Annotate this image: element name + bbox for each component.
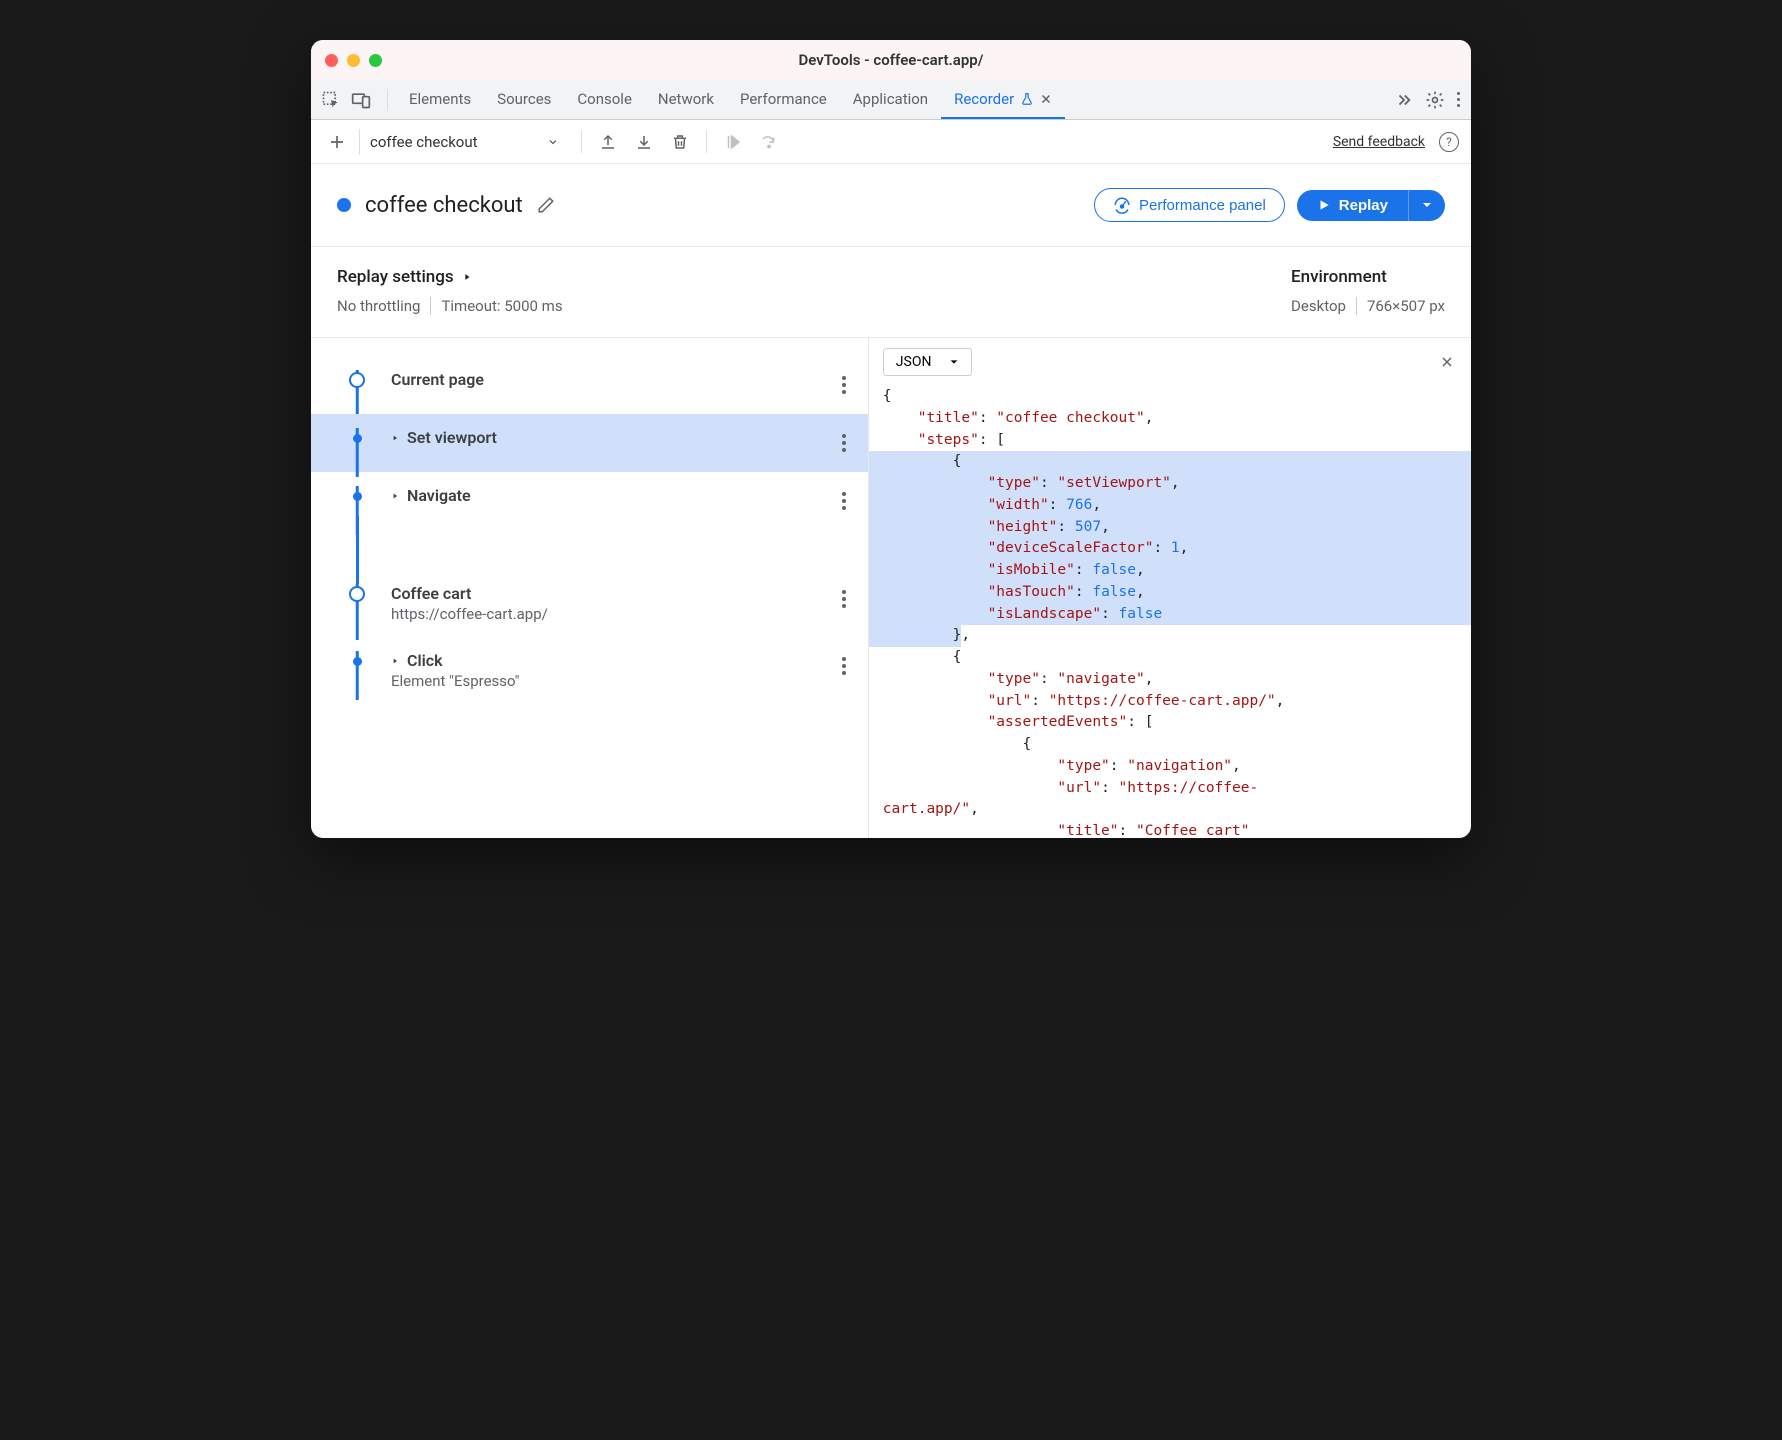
tab-application[interactable]: Application (840, 80, 941, 119)
device-mode-icon[interactable] (351, 90, 371, 110)
tab-label: Network (658, 90, 714, 108)
separator (581, 131, 582, 153)
tab-elements[interactable]: Elements (396, 80, 484, 119)
step-title-text: Coffee cart (391, 584, 471, 603)
step-menu-button[interactable] (836, 370, 848, 400)
close-icon[interactable] (1040, 93, 1052, 105)
traffic-lights (325, 54, 382, 67)
step-item-set-viewport[interactable]: Set viewport (311, 414, 868, 472)
performance-panel-button[interactable]: Performance panel (1094, 188, 1285, 222)
help-icon[interactable]: ? (1439, 132, 1459, 152)
import-button[interactable] (630, 128, 658, 156)
step-menu-button[interactable] (836, 486, 848, 516)
step-menu-button[interactable] (836, 584, 848, 614)
environment-title: Environment (1291, 267, 1445, 287)
play-icon (1317, 198, 1331, 212)
tab-sources[interactable]: Sources (484, 80, 564, 119)
caret-right-icon (391, 492, 399, 500)
add-recording-button[interactable] (323, 128, 351, 156)
step-title-text: Navigate (407, 486, 471, 505)
separator (706, 131, 707, 153)
steps-pane[interactable]: Current page Set viewport (311, 338, 868, 838)
step-gap (311, 530, 868, 570)
step-menu-button[interactable] (836, 428, 848, 458)
tab-label: Recorder (954, 90, 1014, 108)
tab-label: Performance (740, 90, 827, 108)
replay-button[interactable]: Replay (1297, 190, 1408, 221)
env-dimensions: 766×507 px (1367, 297, 1445, 315)
format-label: JSON (896, 354, 932, 370)
settings-label: Replay settings (337, 267, 454, 287)
recording-title: coffee checkout (365, 193, 523, 218)
separator (1356, 297, 1357, 315)
separator (387, 89, 388, 111)
kebab-menu-icon[interactable] (1457, 92, 1461, 107)
send-feedback-link[interactable]: Send feedback (1333, 134, 1425, 150)
settings-row: Replay settings No throttling Timeout: 5… (311, 247, 1471, 338)
throttle-value: No throttling (337, 297, 420, 315)
step-item-navigate[interactable]: Navigate (311, 472, 868, 530)
maximize-window-button[interactable] (369, 54, 382, 67)
inspect-icon[interactable] (321, 90, 341, 110)
recorder-toolbar: coffee checkout Send feedback ? (311, 120, 1471, 164)
step-section-header[interactable]: Current page (311, 356, 868, 414)
code-body[interactable]: { "title": "coffee checkout", "steps": [… (869, 386, 1471, 838)
step-item-click[interactable]: Click Element "Espresso" (311, 637, 868, 704)
gear-icon[interactable] (1425, 90, 1445, 110)
window-title: DevTools - coffee-cart.app/ (311, 51, 1471, 69)
step-subtitle: Element "Espresso" (391, 672, 836, 690)
caret-right-icon (391, 657, 399, 665)
chevron-down-icon (1421, 199, 1433, 211)
recording-header: coffee checkout Performance panel Replay (311, 164, 1471, 247)
main-split: Current page Set viewport (311, 338, 1471, 838)
tab-label: Sources (497, 90, 551, 108)
close-window-button[interactable] (325, 54, 338, 67)
separator (430, 297, 431, 315)
tab-console[interactable]: Console (564, 80, 645, 119)
more-tabs-icon[interactable] (1395, 91, 1413, 109)
step-title-text: Click (407, 651, 443, 670)
replay-settings-toggle[interactable]: Replay settings (337, 267, 1291, 287)
step-subtitle: https://coffee-cart.app/ (391, 605, 836, 623)
step-title-text: Current page (391, 370, 484, 389)
delete-button[interactable] (666, 128, 694, 156)
button-label: Performance panel (1139, 197, 1266, 214)
devtools-window: DevTools - coffee-cart.app/ Elements Sou… (311, 40, 1471, 838)
edit-icon[interactable] (537, 196, 555, 214)
tab-label: Elements (409, 90, 471, 108)
tab-label: Console (577, 90, 632, 108)
code-pane: JSON { "title": "coffee checkout", "step… (868, 338, 1471, 838)
replay-dropdown-button[interactable] (1408, 190, 1445, 221)
recording-select-label: coffee checkout (370, 133, 478, 151)
tabs-bar: Elements Sources Console Network Perform… (311, 80, 1471, 120)
tab-performance[interactable]: Performance (727, 80, 840, 119)
gauge-icon (1113, 196, 1131, 214)
continue-button[interactable] (719, 128, 747, 156)
code-toolbar: JSON (869, 338, 1471, 386)
format-select[interactable]: JSON (883, 348, 973, 376)
titlebar: DevTools - coffee-cart.app/ (311, 40, 1471, 80)
timeout-value: Timeout: 5000 ms (441, 297, 562, 315)
step-button[interactable] (755, 128, 783, 156)
chevron-down-icon (949, 357, 959, 367)
recording-status-dot (337, 198, 351, 212)
env-device: Desktop (1291, 297, 1346, 315)
flask-icon (1020, 92, 1034, 106)
tab-recorder[interactable]: Recorder (941, 80, 1065, 119)
tab-label: Application (853, 90, 928, 108)
caret-right-icon (462, 272, 472, 282)
step-section-header[interactable]: Coffee cart https://coffee-cart.app/ (311, 570, 868, 637)
step-title-text: Set viewport (407, 428, 497, 447)
close-code-button[interactable] (1437, 352, 1457, 372)
recording-select[interactable]: coffee checkout (359, 129, 569, 155)
export-button[interactable] (594, 128, 622, 156)
minimize-window-button[interactable] (347, 54, 360, 67)
chevron-down-icon (547, 136, 559, 148)
tab-network[interactable]: Network (645, 80, 727, 119)
caret-right-icon (391, 434, 399, 442)
step-menu-button[interactable] (836, 651, 848, 681)
button-label: Replay (1339, 197, 1388, 214)
